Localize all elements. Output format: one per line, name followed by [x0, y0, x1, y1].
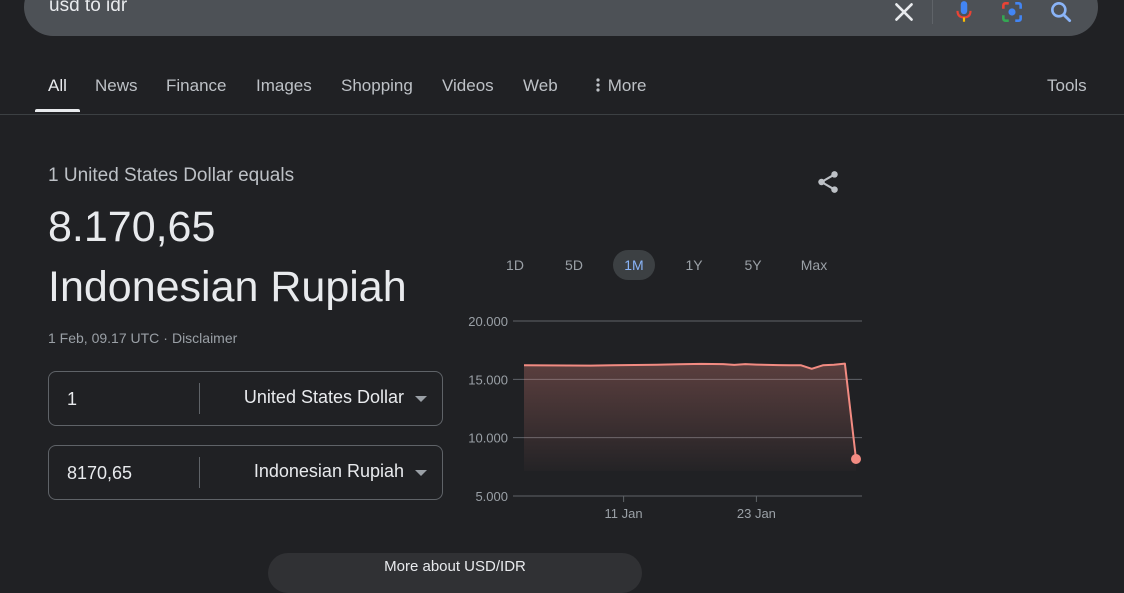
tools-button[interactable]: Tools	[1047, 76, 1087, 96]
more-vert-icon	[596, 78, 600, 92]
chevron-down-icon[interactable]	[415, 396, 427, 402]
range-1d[interactable]: 1D	[496, 250, 534, 280]
tab-news[interactable]: News	[95, 76, 138, 96]
range-1m[interactable]: 1M	[613, 250, 655, 280]
y-tick-label: 15.000	[468, 372, 508, 387]
from-currency-row: United States Dollar	[48, 371, 443, 426]
result-value: 8.170,65	[48, 203, 216, 251]
search-bar[interactable]: usd to idr	[24, 0, 1098, 36]
microphone-icon[interactable]	[951, 0, 977, 25]
tab-more-label: More	[607, 76, 647, 95]
x-tick-label: 23 Jan	[737, 506, 776, 521]
rate-meta: 1 Feb, 09.17 UTC · Disclaimer	[48, 330, 237, 346]
y-tick-label: 10.000	[468, 431, 508, 446]
search-tabs: All News Finance Images Shopping Videos …	[0, 62, 1124, 115]
tab-shopping[interactable]: Shopping	[341, 76, 413, 96]
tab-web[interactable]: Web	[523, 76, 558, 96]
from-amount-input[interactable]	[65, 388, 189, 411]
to-amount-input[interactable]	[65, 462, 189, 485]
y-tick-label: 20.000	[468, 314, 508, 329]
exchange-rate-chart: 20.000 15.000 10.000 5.000 11 Jan 23 Jan	[468, 314, 862, 521]
share-icon[interactable]	[815, 169, 841, 195]
last-point-marker	[851, 454, 861, 465]
tab-images[interactable]: Images	[256, 76, 312, 96]
rate-timestamp: 1 Feb, 09.17 UTC	[48, 330, 160, 346]
to-currency-select[interactable]: Indonesian Rupiah	[254, 461, 404, 482]
y-tick-label: 5.000	[475, 489, 508, 504]
chevron-down-icon[interactable]	[415, 470, 427, 476]
range-5d[interactable]: 5D	[555, 250, 593, 280]
search-divider	[932, 0, 933, 24]
tab-more[interactable]: More	[593, 76, 646, 96]
tab-finance[interactable]: Finance	[166, 76, 226, 96]
range-1y[interactable]: 1Y	[675, 250, 713, 280]
disclaimer-link[interactable]: Disclaimer	[172, 330, 237, 346]
series-area	[524, 363, 856, 471]
google-lens-icon[interactable]	[999, 0, 1025, 25]
from-currency-select[interactable]: United States Dollar	[244, 387, 404, 408]
to-currency-row: Indonesian Rupiah	[48, 445, 443, 500]
range-max[interactable]: Max	[792, 250, 836, 280]
search-icon[interactable]	[1048, 0, 1074, 25]
tab-all[interactable]: All	[48, 76, 67, 96]
result-currency: Indonesian Rupiah	[48, 263, 407, 311]
from-divider	[199, 383, 200, 414]
equals-text: 1 United States Dollar equals	[48, 165, 295, 186]
range-5y[interactable]: 5Y	[734, 250, 772, 280]
more-about-label: More about USD/IDR	[384, 558, 526, 575]
x-tick-label: 11 Jan	[605, 506, 643, 521]
search-input[interactable]: usd to idr	[49, 0, 127, 17]
meta-separator: ·	[163, 330, 168, 346]
tab-videos[interactable]: Videos	[442, 76, 494, 96]
active-tab-indicator	[35, 109, 80, 112]
more-about-link[interactable]: More about USD/IDR	[268, 553, 642, 593]
to-divider	[199, 457, 200, 488]
range-selector: 1D 5D 1M 1Y 5Y Max	[490, 250, 840, 280]
clear-icon[interactable]	[891, 0, 917, 25]
